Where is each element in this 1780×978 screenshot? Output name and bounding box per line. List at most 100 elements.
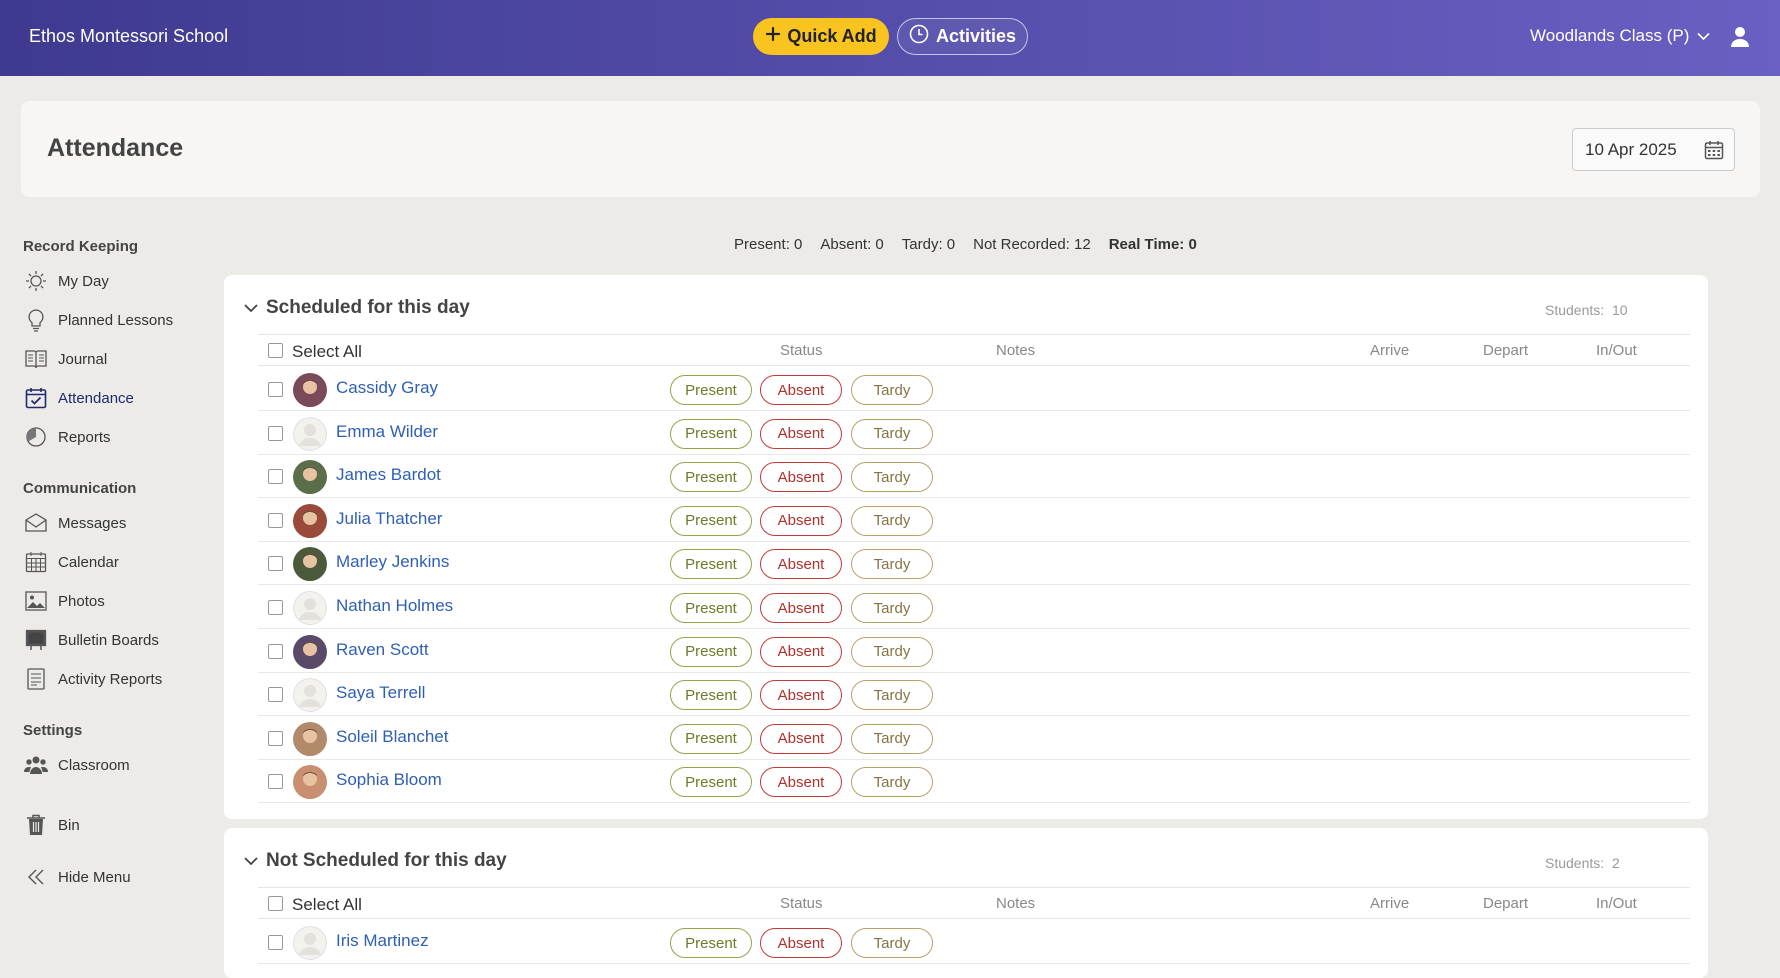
tardy-button[interactable]: Tardy (851, 928, 933, 958)
student-name-link[interactable]: Marley Jenkins (336, 552, 449, 572)
sidebar-item-classroom[interactable]: Classroom (23, 750, 130, 780)
select-all-checkbox[interactable] (268, 343, 283, 358)
tardy-button[interactable]: Tardy (851, 549, 933, 580)
row-checkbox[interactable] (268, 425, 283, 441)
calendar-icon[interactable] (1704, 140, 1724, 165)
sidebar-item-photos[interactable]: Photos (23, 586, 105, 616)
row-checkbox[interactable] (268, 556, 283, 572)
sidebar-item-reports[interactable]: Reports (23, 422, 111, 452)
student-name-link[interactable]: Julia Thatcher (336, 509, 442, 529)
date-picker[interactable]: 10 Apr 2025 (1572, 128, 1735, 171)
row-checkbox[interactable] (268, 512, 283, 528)
double-chevron-left-icon (23, 864, 49, 890)
scheduled-toggle[interactable]: Scheduled for this day (244, 297, 470, 319)
sidebar-item-attendance[interactable]: Attendance (23, 383, 134, 413)
student-name-link[interactable]: Saya Terrell (336, 683, 425, 703)
column-status: Status (780, 342, 823, 359)
summary-tardy: Tardy: 0 (901, 236, 956, 253)
sidebar-item-calendar[interactable]: Calendar (23, 547, 119, 577)
absent-button[interactable]: Absent (760, 375, 842, 405)
student-name-link[interactable]: Emma Wilder (336, 422, 438, 442)
hide-menu-label: Hide Menu (58, 868, 131, 886)
book-icon (23, 346, 49, 372)
row-checkbox[interactable] (268, 730, 283, 746)
tardy-button[interactable]: Tardy (851, 462, 933, 493)
row-checkbox[interactable] (268, 600, 283, 615)
student-name-link[interactable]: Iris Martinez (336, 931, 429, 951)
chevron-down-icon (1697, 26, 1710, 46)
chevron-down-icon (244, 850, 258, 872)
tardy-button[interactable]: Tardy (851, 723, 933, 754)
sidebar-item-messages[interactable]: Messages (23, 508, 126, 538)
absent-button[interactable]: Absent (760, 549, 842, 580)
sidebar-item-label: Planned Lessons (58, 311, 174, 329)
tardy-button[interactable]: Tardy (851, 636, 933, 667)
quick-add-button[interactable]: Quick Add (753, 18, 889, 55)
sidebar-item-journal[interactable]: Journal (23, 344, 107, 374)
present-button[interactable]: Present (670, 680, 752, 711)
student-name-link[interactable]: Nathan Holmes (336, 596, 453, 616)
sidebar-item-my-day[interactable]: My Day (23, 266, 109, 296)
not-scheduled-toggle[interactable]: Not Scheduled for this day (244, 850, 507, 872)
table-header: Select All Status Notes Arrive Depart In… (258, 334, 1690, 366)
table-row: Julia Thatcher Present Absent Tardy (258, 498, 1690, 542)
select-all-checkbox[interactable] (268, 896, 283, 911)
select-all-label[interactable]: Select All (292, 342, 362, 362)
sidebar-item-activity-reports[interactable]: Activity Reports (23, 664, 162, 694)
present-button[interactable]: Present (670, 375, 752, 405)
hide-menu-button[interactable]: Hide Menu (23, 862, 131, 892)
present-button[interactable]: Present (670, 723, 752, 754)
present-button[interactable]: Present (670, 593, 752, 623)
lightbulb-icon (23, 307, 49, 333)
scheduled-panel: Scheduled for this day Students: 10 Sele… (224, 275, 1708, 819)
present-button[interactable]: Present (670, 636, 752, 667)
tardy-button[interactable]: Tardy (851, 680, 933, 711)
absent-button[interactable]: Absent (760, 767, 842, 798)
student-name-link[interactable]: Soleil Blanchet (336, 727, 448, 747)
activities-button[interactable]: Activities (897, 18, 1028, 55)
tardy-button[interactable]: Tardy (851, 505, 933, 536)
sidebar-item-label: Attendance (58, 389, 134, 407)
present-button[interactable]: Present (670, 928, 752, 958)
school-name[interactable]: Ethos Montessori School (29, 26, 228, 47)
tardy-button[interactable]: Tardy (851, 593, 933, 623)
absent-button[interactable]: Absent (760, 636, 842, 667)
present-button[interactable]: Present (670, 418, 752, 449)
absent-button[interactable]: Absent (760, 462, 842, 493)
present-button[interactable]: Present (670, 462, 752, 493)
present-button[interactable]: Present (670, 505, 752, 536)
absent-button[interactable]: Absent (760, 680, 842, 711)
row-checkbox[interactable] (268, 687, 283, 703)
absent-button[interactable]: Absent (760, 723, 842, 754)
calendar-check-icon (23, 385, 49, 411)
sidebar-item-planned-lessons[interactable]: Planned Lessons (23, 305, 173, 335)
tardy-button[interactable]: Tardy (851, 767, 933, 798)
user-icon[interactable] (1730, 26, 1750, 53)
scheduled-count: Students: 10 (1545, 302, 1628, 318)
tardy-button[interactable]: Tardy (851, 418, 933, 449)
class-selector[interactable]: Woodlands Class (P) (1530, 26, 1710, 46)
present-button[interactable]: Present (670, 549, 752, 580)
row-checkbox[interactable] (268, 935, 283, 950)
absent-button[interactable]: Absent (760, 505, 842, 536)
student-name-link[interactable]: Sophia Bloom (336, 770, 442, 790)
select-all-label[interactable]: Select All (292, 895, 362, 915)
sidebar-item-bin[interactable]: Bin (23, 810, 80, 840)
absent-button[interactable]: Absent (760, 418, 842, 449)
sidebar-item-label: Journal (58, 350, 108, 368)
absent-button[interactable]: Absent (760, 593, 842, 623)
student-name-link[interactable]: Cassidy Gray (336, 378, 438, 398)
row-checkbox[interactable] (268, 469, 283, 485)
row-checkbox[interactable] (268, 643, 283, 659)
present-button[interactable]: Present (670, 767, 752, 798)
student-name-link[interactable]: Raven Scott (336, 640, 429, 660)
tardy-button[interactable]: Tardy (851, 375, 933, 405)
count-label: Students: (1545, 855, 1605, 871)
row-checkbox[interactable] (268, 774, 283, 790)
absent-button[interactable]: Absent (760, 928, 842, 958)
row-checkbox[interactable] (268, 382, 283, 397)
sidebar-item-bulletin-boards[interactable]: Bulletin Boards (23, 625, 159, 655)
users-icon (23, 752, 49, 778)
avatar (293, 634, 327, 669)
student-name-link[interactable]: James Bardot (336, 465, 441, 485)
